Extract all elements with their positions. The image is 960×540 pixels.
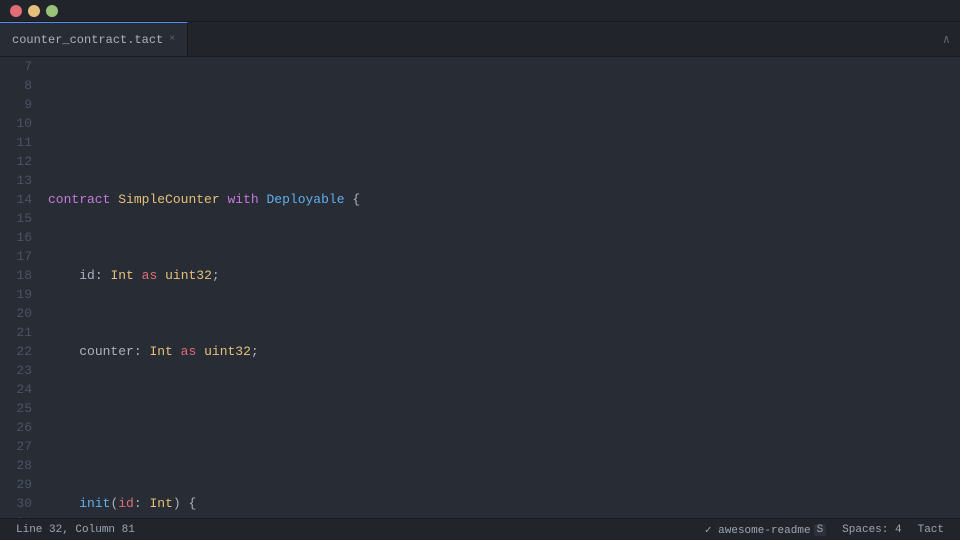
- editor: 7 8 9 10 11 12 13 14 15 16 17 18 19 20 2…: [0, 57, 960, 518]
- cursor-position: Line 32, Column 81: [8, 519, 143, 540]
- line-num: 28: [0, 456, 32, 475]
- spaces-label: Spaces: 4: [842, 524, 901, 536]
- line-numbers: 7 8 9 10 11 12 13 14 15 16 17 18 19 20 2…: [0, 57, 40, 518]
- line-num: 14: [0, 190, 32, 209]
- tab-close-icon[interactable]: ×: [169, 34, 175, 45]
- line-num: 12: [0, 152, 32, 171]
- up-arrow-icon[interactable]: ∧: [943, 32, 960, 47]
- status-bar: Line 32, Column 81 ✓ awesome-readme S Sp…: [0, 518, 960, 540]
- tab-counter-contract[interactable]: counter_contract.tact ×: [0, 22, 188, 56]
- line-num: 18: [0, 266, 32, 285]
- language-label: Tact: [918, 524, 944, 536]
- tab-label: counter_contract.tact: [12, 33, 163, 47]
- close-button[interactable]: [10, 5, 22, 17]
- line-num: 10: [0, 114, 32, 133]
- plugin-name[interactable]: ✓ awesome-readme S: [697, 523, 834, 537]
- line-num: 22: [0, 342, 32, 361]
- code-line-11: [48, 418, 960, 437]
- line-num: 16: [0, 228, 32, 247]
- code-line-7: [48, 114, 960, 133]
- line-num: 20: [0, 304, 32, 323]
- code-line-9: id: Int as uint32;: [48, 266, 960, 285]
- tab-bar: counter_contract.tact × ∧: [0, 22, 960, 57]
- code-line-12: init(id: Int) {: [48, 494, 960, 513]
- maximize-button[interactable]: [46, 5, 58, 17]
- line-num: 13: [0, 171, 32, 190]
- cursor-pos-text: Line 32, Column 81: [16, 524, 135, 536]
- line-num: 27: [0, 437, 32, 456]
- line-num: 26: [0, 418, 32, 437]
- language-mode[interactable]: Tact: [910, 524, 952, 536]
- plugin-key-badge: S: [814, 524, 827, 536]
- plugin-label: ✓ awesome-readme: [705, 523, 811, 537]
- minimize-button[interactable]: [28, 5, 40, 17]
- line-num: 15: [0, 209, 32, 228]
- line-num: 24: [0, 380, 32, 399]
- title-bar: [0, 0, 960, 22]
- traffic-lights: [0, 5, 68, 17]
- line-num: 25: [0, 399, 32, 418]
- line-num: 7: [0, 57, 32, 76]
- line-num: 9: [0, 95, 32, 114]
- line-num: 23: [0, 361, 32, 380]
- line-num: 11: [0, 133, 32, 152]
- code-line-10: counter: Int as uint32;: [48, 342, 960, 361]
- line-num: 17: [0, 247, 32, 266]
- code-editor[interactable]: contract SimpleCounter with Deployable {…: [40, 57, 960, 518]
- line-num: 21: [0, 323, 32, 342]
- line-num: 8: [0, 76, 32, 95]
- status-right: ✓ awesome-readme S Spaces: 4 Tact: [697, 523, 952, 537]
- line-num: 29: [0, 475, 32, 494]
- spaces-setting[interactable]: Spaces: 4: [834, 524, 909, 536]
- line-num: 30: [0, 494, 32, 513]
- code-line-8: contract SimpleCounter with Deployable {: [48, 190, 960, 209]
- line-num: 19: [0, 285, 32, 304]
